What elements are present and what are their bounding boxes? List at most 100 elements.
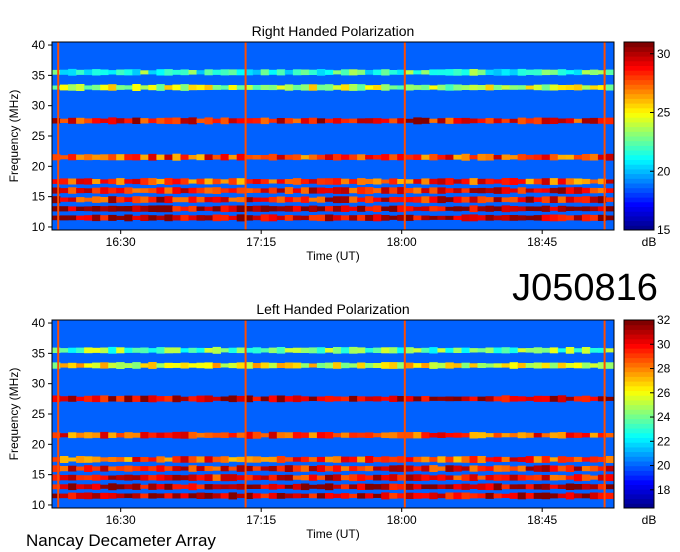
spectrogram-cell [292, 457, 302, 462]
spectrogram-cell [501, 187, 510, 194]
spectrogram-cell [300, 84, 310, 91]
spectrogram-cell [180, 362, 189, 369]
spectrogram-cell [172, 206, 181, 212]
spectrogram-cell [292, 118, 302, 124]
spectrogram-cell [148, 457, 157, 462]
spectrogram-cell [76, 117, 85, 124]
spectrogram-cell [509, 362, 518, 369]
spectrogram-cell [308, 474, 318, 481]
spectrogram-cell [196, 118, 205, 123]
spectrogram-cell [60, 155, 69, 160]
spectrogram-cell [493, 206, 502, 212]
spectrogram-cell [405, 188, 414, 194]
spectrogram-cell [453, 396, 462, 402]
y-axis-label: Frequency (MHz) [7, 90, 21, 183]
spectrogram-cell [589, 214, 599, 221]
colorbar-tick-label: 24 [657, 410, 671, 424]
colorbar-cell [624, 220, 654, 226]
spectrogram-cell [565, 396, 575, 401]
spectrogram-cell [68, 215, 77, 221]
spectrogram-cell [220, 456, 229, 463]
spectrogram-cell [308, 347, 318, 354]
spectrogram-cell [341, 432, 350, 438]
spectrogram-cell [316, 432, 326, 439]
colorbar-cell [624, 395, 654, 401]
spectrogram-cell [300, 493, 310, 498]
colorbar-cell [624, 376, 654, 382]
spectrogram-cell [349, 69, 358, 76]
spectrogram-cell [172, 215, 181, 221]
spectrogram-cell [349, 466, 358, 472]
spectrogram-cell [196, 206, 205, 211]
spectrogram-cell [180, 118, 189, 124]
colorbar-cell [624, 451, 654, 457]
spectrogram-cell [220, 117, 229, 125]
spectrogram-cell [116, 493, 125, 499]
spectrogram-cell [108, 483, 117, 491]
spectrogram-cell [220, 465, 229, 472]
spectrogram-cell [461, 466, 470, 471]
spectrogram-cell [405, 197, 414, 203]
spectrogram-cell [276, 493, 286, 499]
spectrogram-cell [357, 396, 366, 402]
spectrogram-cell [148, 178, 157, 185]
spectrogram-cell [381, 118, 390, 123]
spectrogram-cell [469, 396, 478, 402]
spectrogram-cell [413, 70, 422, 75]
spectrogram-cell [589, 196, 599, 203]
spectrogram-cell [132, 205, 141, 212]
spectrogram-cell [469, 118, 478, 124]
spectrogram-cell [509, 178, 518, 185]
spectrogram-cell [236, 153, 246, 161]
spectrogram-cell [220, 348, 229, 353]
spectrogram-cell [100, 69, 109, 76]
colorbar-cell [624, 150, 654, 156]
spectrogram-cell [453, 69, 462, 76]
spectrogram-cell [373, 363, 382, 368]
colorbar-cell [624, 159, 654, 165]
spectrogram-cell [100, 215, 109, 221]
spectrogram-cell [373, 493, 382, 498]
spectrogram-cell [477, 118, 486, 123]
spectrogram-cell [276, 179, 286, 184]
spectrogram-cell [461, 69, 470, 76]
spectrogram-cell [124, 118, 133, 124]
spectrogram-cell [108, 205, 117, 212]
spectrogram-cell [252, 69, 262, 75]
interference-line [57, 42, 60, 230]
spectrogram-cell [132, 432, 141, 438]
spectrogram-cell [557, 154, 567, 160]
spectrogram-cell [429, 362, 438, 369]
spectrogram-band [52, 492, 615, 500]
spectrogram-cell [228, 466, 237, 471]
spectrogram-cell [421, 347, 430, 353]
spectrogram-cell [156, 117, 165, 124]
spectrogram-cell [413, 396, 422, 402]
spectrogram-cell [533, 84, 543, 91]
spectrogram-cell [541, 84, 551, 91]
spectrogram-cell [68, 178, 77, 185]
spectrogram-cell [477, 153, 486, 161]
spectrogram-cell [549, 206, 559, 211]
spectrogram-cell [276, 395, 286, 403]
spectrogram-cell [100, 206, 109, 212]
spectrogram-cell [60, 206, 69, 212]
spectrogram-cell [132, 178, 141, 185]
spectrogram-cell [341, 118, 350, 123]
spectrogram-cell [284, 179, 294, 184]
spectrogram-cell [485, 492, 494, 499]
spectrogram-cell [212, 178, 221, 185]
spectrogram-cell [268, 214, 278, 222]
spectrogram-cell [421, 196, 430, 204]
spectrogram-cell [437, 84, 446, 91]
spectrogram-cell [541, 433, 551, 438]
spectrogram-cell [316, 362, 326, 368]
spectrogram-cell [76, 456, 85, 463]
x-tick-label: 16:30 [106, 513, 136, 527]
colorbar-cell [624, 211, 654, 217]
y-tick-label: 10 [32, 220, 46, 234]
spectrogram-cell [124, 484, 133, 490]
spectrogram-cell [509, 466, 518, 471]
spectrogram-cell [541, 395, 551, 402]
spectrogram-cell [509, 474, 518, 481]
